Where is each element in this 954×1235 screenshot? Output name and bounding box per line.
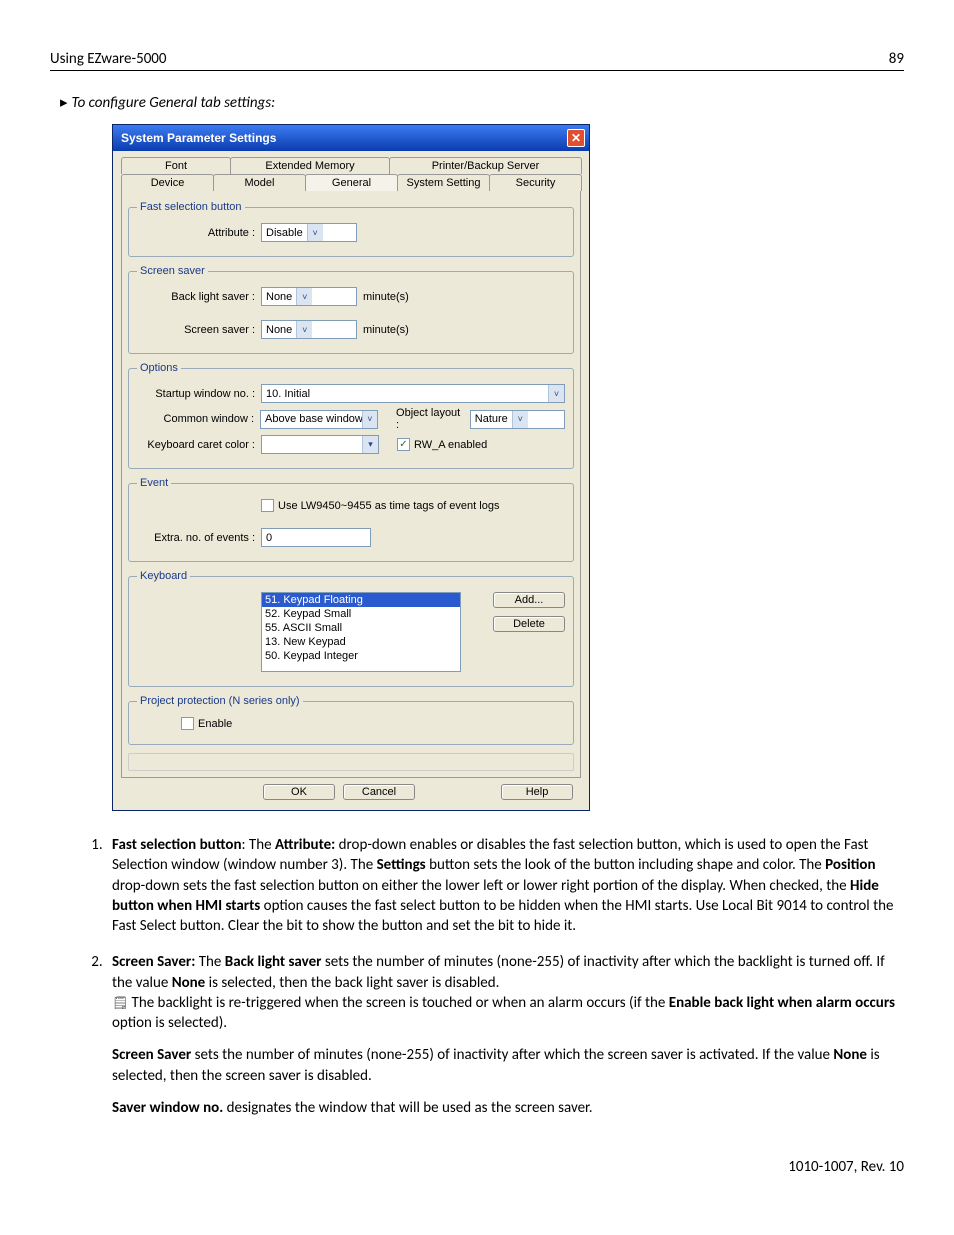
- checkbox-box: [261, 499, 274, 512]
- combo-backlight-saver[interactable]: None ˅: [261, 287, 357, 306]
- legend-options: Options: [137, 362, 181, 374]
- page-header: Using EZware-5000 89: [50, 50, 904, 71]
- chevron-down-icon[interactable]: ˅: [296, 288, 312, 305]
- label-screen-saver: Screen saver :: [137, 324, 261, 336]
- chevron-down-icon[interactable]: ˅: [512, 411, 528, 428]
- checkbox-rw-a[interactable]: ✓ RW_A enabled: [397, 438, 487, 451]
- combo-backlight-value: None: [262, 291, 296, 303]
- checkbox-use-lw[interactable]: Use LW9450~9455 as time tags of event lo…: [261, 499, 499, 512]
- label-enable-protection: Enable: [198, 718, 232, 730]
- tab-printer-backup[interactable]: Printer/Backup Server: [389, 157, 582, 174]
- list-item[interactable]: 52. Keypad Small: [262, 607, 460, 621]
- desc-item-1: Fast selection button: The Attribute: dr…: [106, 835, 904, 936]
- dialog-titlebar: System Parameter Settings ✕: [113, 125, 589, 151]
- combo-caret-color[interactable]: ▾: [261, 435, 379, 454]
- check-icon: ✓: [397, 438, 410, 451]
- tab-general[interactable]: General: [305, 174, 398, 191]
- legend-keyboard: Keyboard: [137, 570, 190, 582]
- chevron-down-icon[interactable]: ˅: [362, 411, 377, 428]
- tab-font[interactable]: Font: [121, 157, 231, 174]
- combo-attribute[interactable]: Disable ˅: [261, 223, 357, 242]
- label-rw-a: RW_A enabled: [414, 439, 487, 451]
- close-icon[interactable]: ✕: [567, 129, 585, 147]
- system-parameter-dialog: System Parameter Settings ✕ Font Extende…: [112, 124, 590, 811]
- combo-startup-value: 10. Initial: [262, 388, 548, 400]
- listbox-keyboard[interactable]: 51. Keypad Floating 52. Keypad Small 55.…: [261, 592, 461, 672]
- dialog-button-row: OK Cancel Help: [121, 778, 581, 800]
- combo-screensaver-value: None: [262, 324, 296, 336]
- tab-device[interactable]: Device: [121, 174, 214, 191]
- label-attribute: Attribute :: [137, 227, 261, 239]
- legend-fast-selection: Fast selection button: [137, 201, 245, 213]
- delete-button[interactable]: Delete: [493, 616, 565, 632]
- general-panel: Fast selection button Attribute : Disabl…: [121, 190, 581, 778]
- label-startup-window: Startup window no. :: [137, 388, 261, 400]
- tab-model[interactable]: Model: [213, 174, 306, 191]
- combo-attribute-value: Disable: [262, 227, 307, 239]
- tab-system-setting[interactable]: System Setting: [397, 174, 490, 191]
- unit-minutes-1: minute(s): [363, 291, 409, 303]
- unit-minutes-2: minute(s): [363, 324, 409, 336]
- legend-screen-saver: Screen saver: [137, 265, 208, 277]
- footer-revision: 1010-1007, Rev. 10: [50, 1158, 904, 1176]
- chevron-down-icon[interactable]: ▾: [362, 436, 378, 453]
- tabs-row-top: Font Extended Memory Printer/Backup Serv…: [121, 157, 581, 174]
- chevron-down-icon[interactable]: ˅: [307, 224, 323, 241]
- combo-object-layout[interactable]: Nature ˅: [470, 410, 565, 429]
- cancel-button[interactable]: Cancel: [343, 784, 415, 800]
- header-title: Using EZware-5000: [50, 50, 167, 68]
- combo-common-value: Above base window: [261, 413, 362, 425]
- label-common-window: Common window :: [137, 413, 260, 425]
- legend-event: Event: [137, 477, 171, 489]
- combo-screen-saver[interactable]: None ˅: [261, 320, 357, 339]
- value-extra-events: 0: [266, 532, 272, 544]
- label-caret-color: Keyboard caret color :: [137, 439, 261, 451]
- input-extra-events[interactable]: 0: [261, 528, 371, 547]
- dialog-title: System Parameter Settings: [121, 131, 276, 145]
- checkbox-box: [181, 717, 194, 730]
- combo-layout-value: Nature: [471, 413, 512, 425]
- group-fast-selection: Fast selection button Attribute : Disabl…: [128, 201, 574, 257]
- note-icon: [112, 994, 132, 1012]
- instruction-line: To configure General tab settings:: [60, 93, 904, 112]
- label-backlight-saver: Back light saver :: [137, 291, 261, 303]
- tab-security[interactable]: Security: [489, 174, 582, 191]
- group-options: Options Startup window no. : 10. Initial…: [128, 362, 574, 469]
- header-page: 89: [889, 50, 904, 68]
- label-object-layout: Object layout :: [396, 407, 466, 431]
- list-item[interactable]: 13. New Keypad: [262, 635, 460, 649]
- combo-startup-window[interactable]: 10. Initial ˅: [261, 384, 565, 403]
- add-button[interactable]: Add...: [493, 592, 565, 608]
- group-keyboard: Keyboard 51. Keypad Floating 52. Keypad …: [128, 570, 574, 687]
- group-protection: Project protection (N series only) Enabl…: [128, 695, 574, 745]
- tab-extended-memory[interactable]: Extended Memory: [230, 157, 390, 174]
- chevron-down-icon[interactable]: ˅: [548, 385, 564, 402]
- label-extra-events: Extra. no. of events :: [137, 532, 261, 544]
- combo-common-window[interactable]: Above base window ˅: [260, 410, 378, 429]
- checkbox-enable-protection[interactable]: Enable: [181, 717, 232, 730]
- desc-item-2: Screen Saver: The Back light saver sets …: [106, 952, 904, 1118]
- list-item[interactable]: 51. Keypad Floating: [262, 593, 460, 607]
- description-list: Fast selection button: The Attribute: dr…: [50, 835, 904, 1118]
- label-use-lw: Use LW9450~9455 as time tags of event lo…: [278, 500, 499, 512]
- list-item[interactable]: 55. ASCII Small: [262, 621, 460, 635]
- chevron-down-icon[interactable]: ˅: [296, 321, 312, 338]
- help-button[interactable]: Help: [501, 784, 573, 800]
- list-item[interactable]: 50. Keypad Integer: [262, 649, 460, 663]
- group-screen-saver: Screen saver Back light saver : None ˅ m…: [128, 265, 574, 354]
- legend-protection: Project protection (N series only): [137, 695, 303, 707]
- tabs-row-bottom: Device Model General System Setting Secu…: [121, 174, 581, 191]
- blank-pane: [128, 753, 574, 771]
- group-event: Event Use LW9450~9455 as time tags of ev…: [128, 477, 574, 562]
- ok-button[interactable]: OK: [263, 784, 335, 800]
